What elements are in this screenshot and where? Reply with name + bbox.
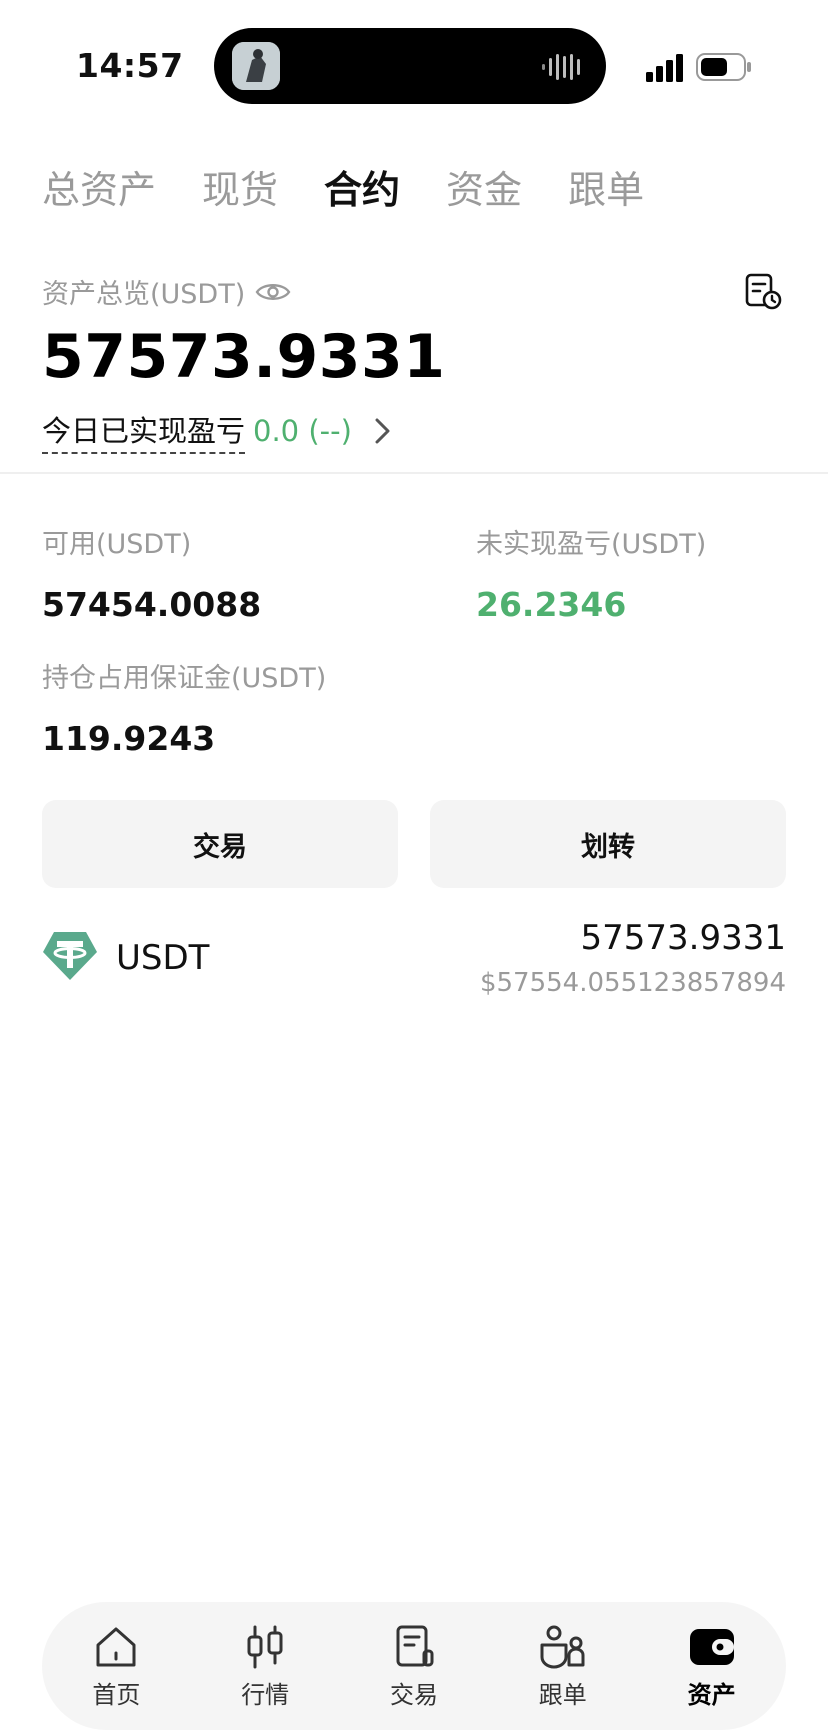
coin-amount: 57573.9331 (580, 918, 787, 958)
today-pnl-value: 0.0 (--) (253, 414, 352, 448)
unrealized-pnl-label: 未实现盈亏(USDT) (476, 529, 707, 560)
section-divider (0, 472, 828, 474)
tab-futures[interactable]: 合约 (324, 160, 400, 220)
nav-item-market[interactable]: 行情 (191, 1602, 340, 1730)
nav-label-home: 首页 (92, 1680, 141, 1709)
position-margin: 持仓占用保证金(USDT) 119.9243 (42, 656, 326, 758)
coin-name: USDT (116, 938, 210, 978)
tab-total-assets[interactable]: 总资产 (42, 160, 156, 220)
coin-usd-value: $57554.055123857894 (479, 968, 786, 998)
candlestick-icon (247, 1625, 283, 1668)
nav-item-trade[interactable]: 交易 (340, 1602, 489, 1730)
asset-overview-label: 资产总览(USDT) (42, 272, 291, 311)
unrealized-pnl-value: 26.2346 (476, 585, 627, 624)
document-icon (396, 1625, 434, 1666)
dynamic-island (214, 28, 606, 104)
tab-spot[interactable]: 现货 (202, 160, 278, 220)
nav-label-assets: 资产 (687, 1680, 736, 1709)
tether-icon (43, 932, 97, 980)
nav-label-market: 行情 (241, 1680, 290, 1709)
bottom-nav: 首页 行情 交易 跟单 资产 (42, 1602, 786, 1730)
list-item[interactable]: USDT 57573.9331 $57554.055123857894 (42, 912, 786, 1002)
tab-copy-trading[interactable]: 跟单 (568, 160, 644, 220)
chevron-right-icon (375, 418, 390, 444)
trade-button[interactable]: 交易 (42, 800, 398, 888)
asset-overview-title: 资产总览(USDT) (42, 279, 246, 310)
nav-item-assets[interactable]: 资产 (637, 1602, 786, 1730)
nav-label-trade: 交易 (389, 1680, 438, 1709)
eye-icon[interactable] (255, 280, 291, 304)
transfer-button[interactable]: 划转 (430, 800, 786, 888)
available-label: 可用(USDT) (42, 529, 192, 560)
status-time: 14:57 (76, 46, 184, 85)
status-bar: 14:57 (0, 0, 828, 130)
nav-item-copy-trading[interactable]: 跟单 (488, 1602, 637, 1730)
nav-label-copy-trading: 跟单 (538, 1680, 587, 1709)
bill-history-icon[interactable] (744, 272, 784, 312)
home-icon (96, 1627, 136, 1666)
available-value: 57454.0088 (42, 585, 262, 624)
today-pnl-row[interactable]: 今日已实现盈亏 0.0 (--) (42, 408, 394, 454)
today-pnl-label: 今日已实现盈亏 (42, 408, 246, 454)
wallet-icon (689, 1628, 734, 1665)
position-margin-value: 119.9243 (42, 719, 216, 758)
position-margin-label: 持仓占用保证金(USDT) (42, 663, 327, 694)
nav-item-home[interactable]: 首页 (42, 1602, 191, 1730)
available-balance: 可用(USDT) 57454.0088 (42, 522, 261, 624)
unrealized-pnl: 未实现盈亏(USDT) 26.2346 (476, 522, 706, 624)
tab-funding[interactable]: 资金 (446, 160, 522, 220)
audio-wave-icon (542, 54, 580, 80)
asset-tabs: 总资产 现货 合约 资金 跟单 (42, 160, 690, 220)
users-icon (540, 1625, 585, 1668)
battery-icon (696, 53, 751, 81)
signal-icon (646, 54, 683, 82)
total-asset-value: 57573.9331 (42, 322, 446, 392)
now-playing-thumbnail (232, 42, 280, 90)
